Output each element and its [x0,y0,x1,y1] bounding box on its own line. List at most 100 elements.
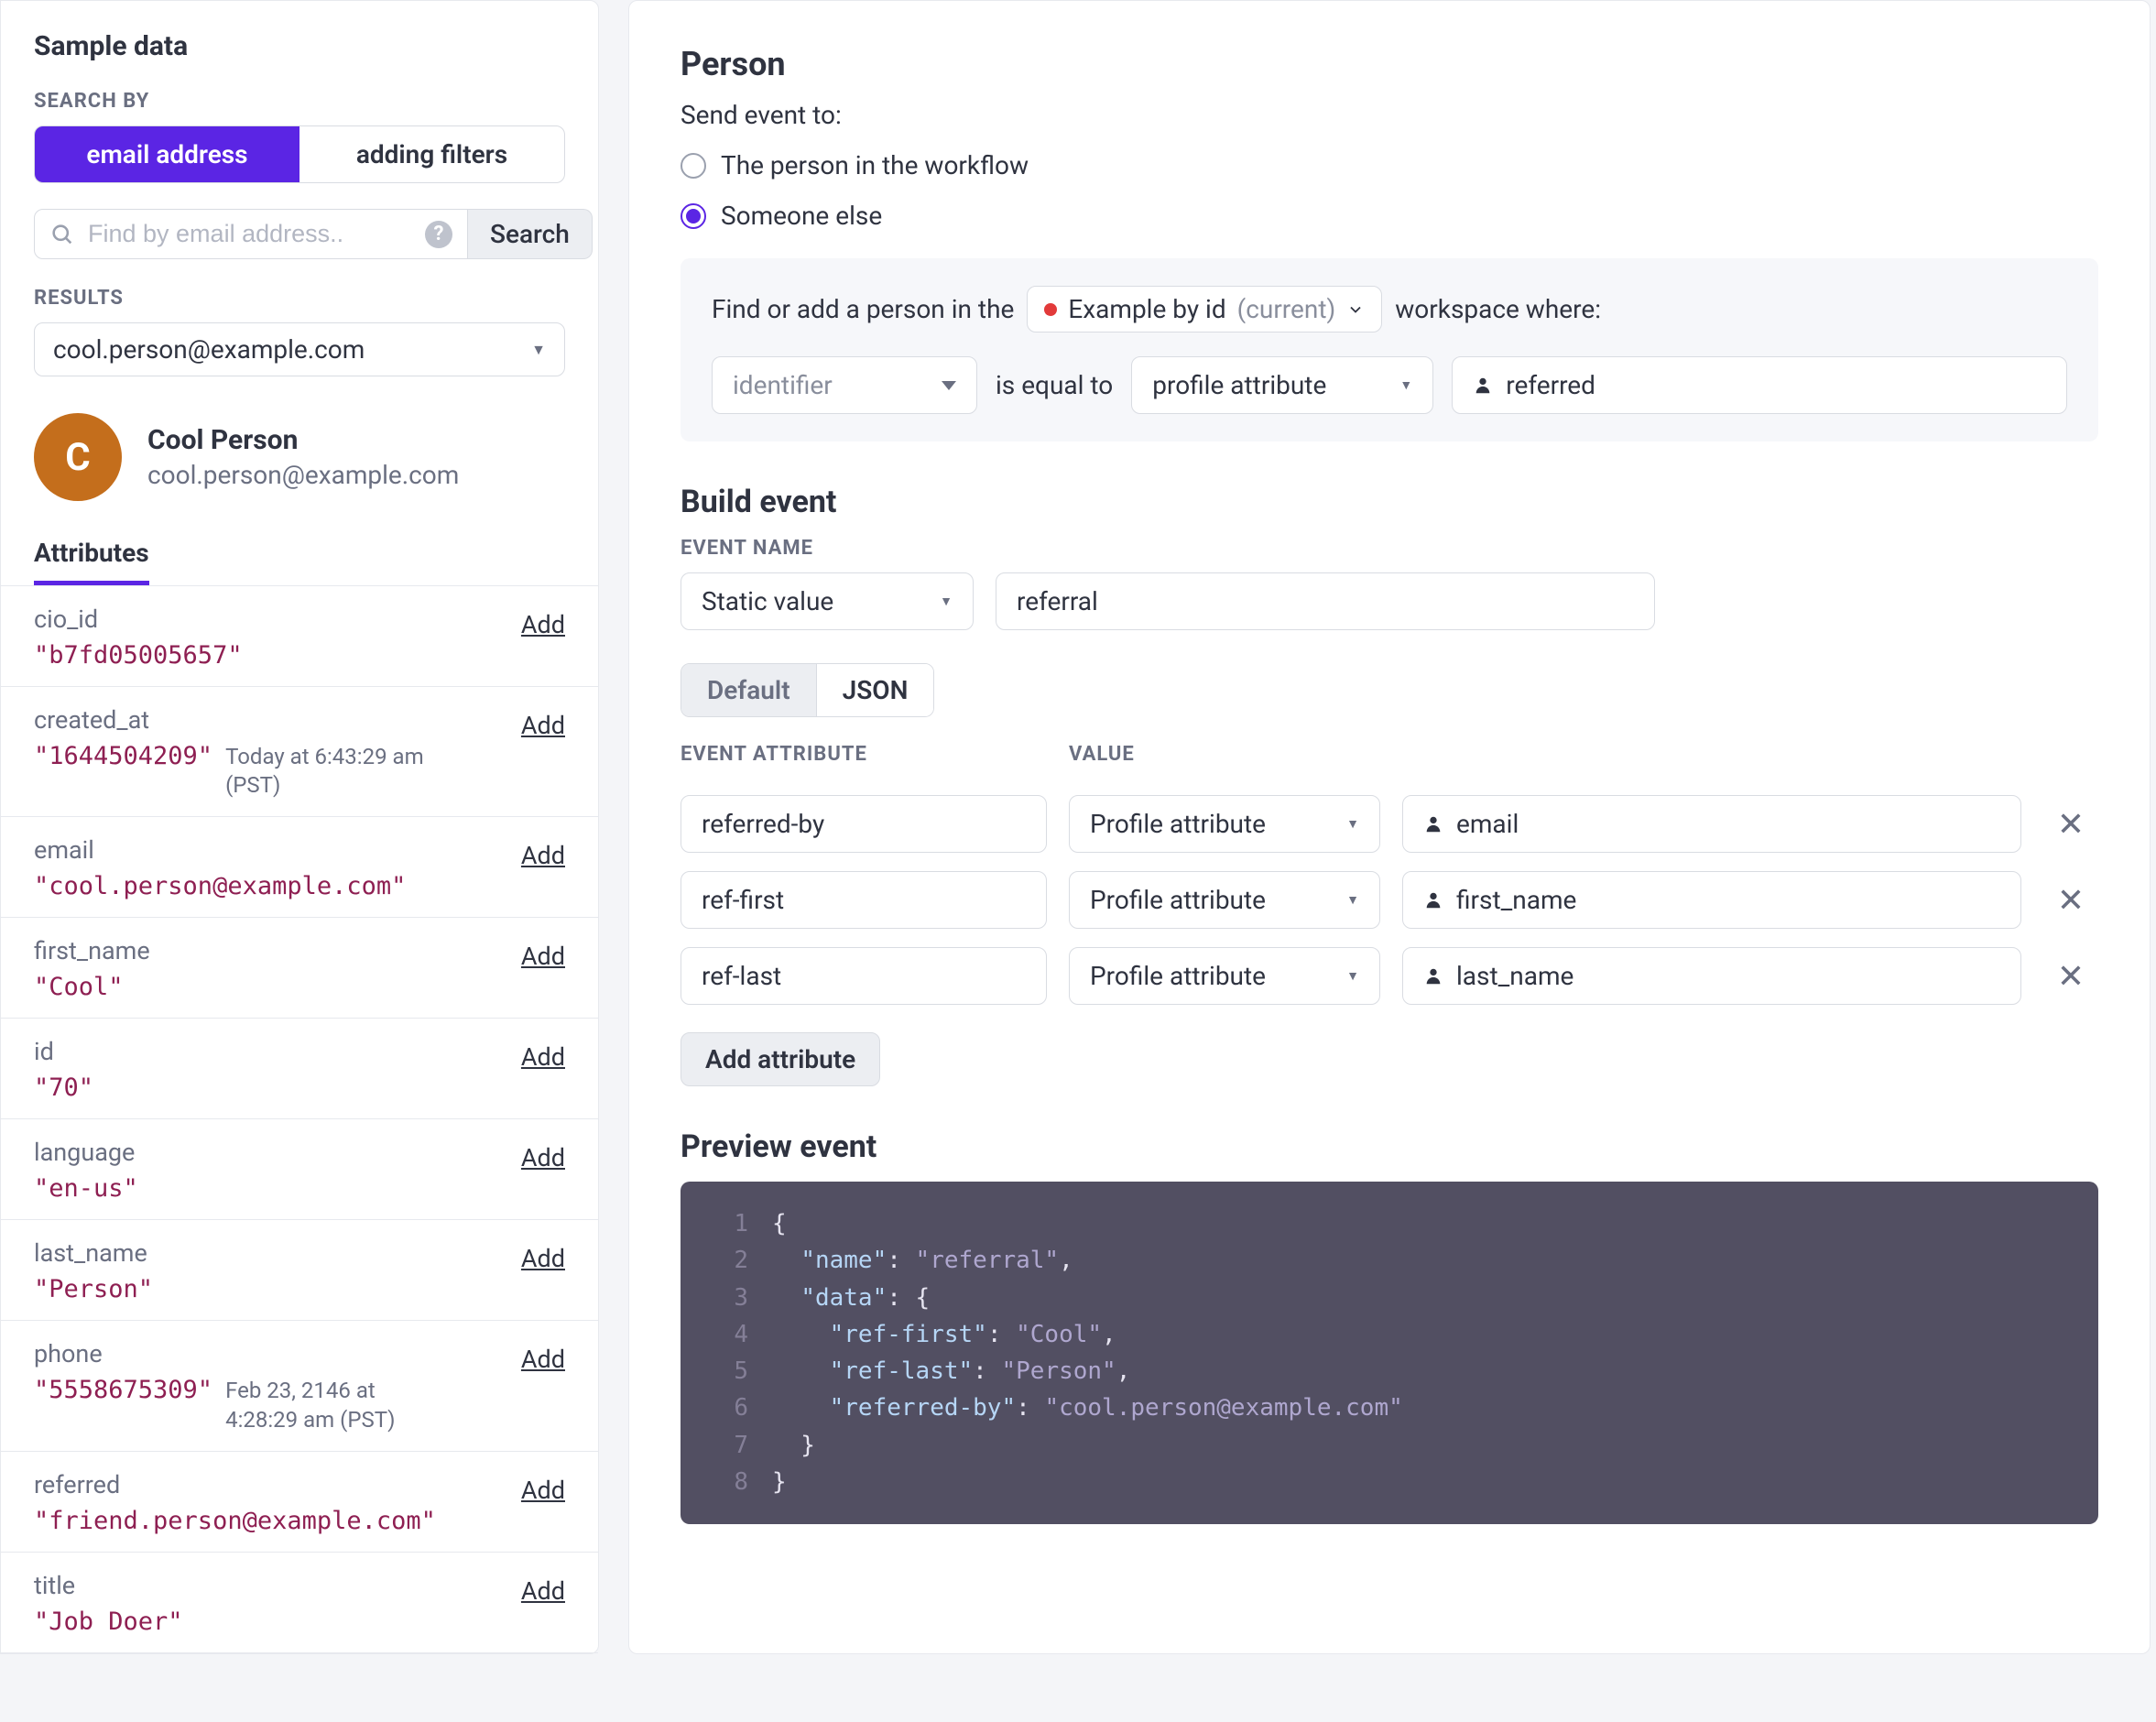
tab-attributes[interactable]: Attributes [34,538,149,585]
help-icon[interactable]: ? [425,221,452,248]
seg-email-address[interactable]: email address [35,126,299,182]
event-attr-type-select[interactable]: Profile attribute ▼ [1069,947,1380,1005]
find-person-inset: Find or add a person in the Example by i… [681,258,2098,441]
search-input[interactable] [86,219,414,249]
attribute-row: email "cool.person@example.com" Add [1,817,598,918]
attribute-add-button[interactable]: Add [521,605,565,639]
event-name-type-select[interactable]: Static value ▼ [681,572,974,630]
event-attr-value-input[interactable]: first_name [1402,871,2021,929]
event-attr-value: last_name [1456,961,1573,991]
profile-attribute-select[interactable]: profile attribute ▼ [1131,356,1433,414]
attribute-value: "b7fd05005657" [34,641,243,670]
attribute-value: "5558675309" [34,1376,212,1404]
sidebar: Sample data SEARCH BY email address addi… [0,0,599,1654]
send-to-label: Send event to: [681,100,2098,130]
attribute-add-button[interactable]: Add [521,936,565,971]
attribute-row: cio_id "b7fd05005657" Add [1,586,598,687]
workspace-select[interactable]: Example by id (current) [1027,286,1382,332]
attribute-note: Feb 23, 2146 at 4:28:29 am (PST) [225,1377,436,1433]
avatar: C [34,413,122,501]
attribute-key: first_name [34,936,150,965]
attribute-row: phone "5558675309" Feb 23, 2146 at 4:28:… [1,1321,598,1451]
event-name-value: referral [1017,586,1098,616]
attribute-add-button[interactable]: Add [521,1037,565,1072]
radio-person-in-workflow[interactable]: The person in the workflow [681,150,2098,180]
seg-adding-filters[interactable]: adding filters [299,126,564,182]
main-panel: Person Send event to: The person in the … [628,0,2151,1654]
referred-input[interactable]: referred [1452,356,2067,414]
person-icon [1423,890,1443,910]
col-event-attribute: EVENT ATTRIBUTE [681,743,1047,766]
person-heading: Person [681,45,2098,83]
event-attr-type-select[interactable]: Profile attribute ▼ [1069,871,1380,929]
attribute-key: cio_id [34,605,243,634]
remove-row-button[interactable]: ✕ [2043,960,2098,993]
workspace-current-suffix: (current) [1237,294,1336,324]
radio-label: The person in the workflow [721,150,1029,180]
search-icon [49,222,75,247]
event-attr-value-input[interactable]: email [1402,795,2021,853]
event-attr-name-input[interactable]: ref-last [681,947,1047,1005]
col-value: VALUE [1069,743,1380,766]
attribute-add-button[interactable]: Add [521,1238,565,1273]
attribute-value: "friend.person@example.com" [34,1507,436,1535]
attribute-key: title [34,1571,183,1600]
pill-json[interactable]: JSON [816,664,934,716]
build-event-heading: Build event [681,484,2098,520]
chevron-down-icon: ▼ [1399,377,1412,393]
remove-row-button[interactable]: ✕ [2043,884,2098,917]
attribute-add-button[interactable]: Add [521,1470,565,1505]
attribute-row: created_at "1644504209" Today at 6:43:29… [1,687,598,817]
is-equal-to: is equal to [996,370,1113,400]
attribute-key: phone [34,1339,436,1368]
person-email: cool.person@example.com [147,460,459,490]
chevron-down-icon: ▼ [1346,816,1359,832]
search-mode-segmented: email address adding filters [34,125,565,183]
search-button[interactable]: Search [468,209,593,259]
referred-value: referred [1506,370,1595,400]
identifier-placeholder: identifier [733,370,833,400]
event-name-input[interactable]: referral [996,572,1655,630]
remove-row-button[interactable]: ✕ [2043,808,2098,841]
attribute-key: created_at [34,705,436,735]
search-by-label: SEARCH BY [34,90,565,113]
attributes-list: cio_id "b7fd05005657" Add created_at "16… [1,586,598,1653]
event-attr-value: first_name [1456,885,1576,915]
search-input-wrap: ? [34,209,468,259]
attribute-add-button[interactable]: Add [521,1138,565,1172]
event-name-label: EVENT NAME [681,537,2098,560]
event-attr-value-input[interactable]: last_name [1402,947,2021,1005]
results-value: cool.person@example.com [53,334,365,365]
attribute-add-button[interactable]: Add [521,835,565,870]
attribute-value: "Job Doer" [34,1608,183,1636]
attribute-value: "en-us" [34,1174,138,1203]
attribute-add-button[interactable]: Add [521,705,565,740]
attribute-add-button[interactable]: Add [521,1571,565,1606]
event-attr-name-input[interactable]: ref-first [681,871,1047,929]
attribute-key: id [34,1037,93,1066]
event-attr-type-select[interactable]: Profile attribute ▼ [1069,795,1380,853]
attribute-value: "70" [34,1074,93,1102]
attribute-value: "1644504209" [34,742,212,770]
format-toggle: Default JSON [681,663,934,717]
sidebar-title: Sample data [34,30,565,62]
find-prefix: Find or add a person in the [712,294,1014,324]
person-summary: C Cool Person cool.person@example.com [34,413,565,501]
attribute-value: "Person" [34,1275,153,1303]
event-attr-type-label: Profile attribute [1090,961,1266,991]
event-attribute-row: ref-first Profile attribute ▼ first_name… [681,871,2098,929]
results-select[interactable]: cool.person@example.com ▼ [34,322,565,376]
attribute-key: referred [34,1470,436,1499]
pill-default[interactable]: Default [681,664,816,716]
identifier-select[interactable]: identifier [712,356,977,414]
preview-event-heading: Preview event [681,1128,2098,1165]
find-suffix: workspace where: [1395,294,1601,324]
person-icon [1473,376,1493,396]
profile-attribute-label: profile attribute [1152,370,1326,400]
add-attribute-button[interactable]: Add attribute [681,1032,880,1086]
person-icon [1423,814,1443,834]
radio-someone-else[interactable]: Someone else [681,201,2098,231]
attribute-add-button[interactable]: Add [521,1339,565,1374]
event-attr-name-input[interactable]: referred-by [681,795,1047,853]
chevron-down-icon: ▼ [940,594,953,609]
